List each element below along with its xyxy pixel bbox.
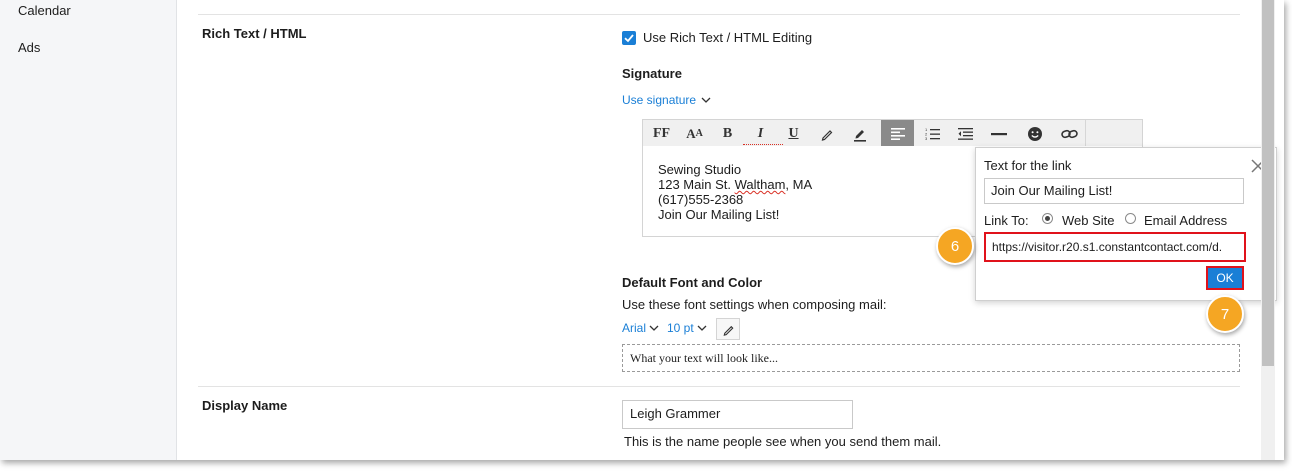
signature-line: 123 Main St. Waltham, MA [658,177,812,192]
align-left-button[interactable] [881,120,914,147]
font-family-button[interactable]: FF [645,120,678,147]
signature-heading: Signature [622,66,682,81]
website-radio[interactable] [1042,213,1053,224]
display-name-input[interactable]: Leigh Grammer [622,400,853,429]
scrollbar-thumb[interactable] [1262,0,1274,366]
font-family-value: Arial [622,321,647,335]
font-color-pen-icon[interactable] [716,318,740,340]
rich-text-checkbox[interactable] [622,31,636,45]
email-radio-label[interactable]: Email Address [1144,213,1227,228]
signature-line: (617)555-2368 [658,192,744,207]
ok-button[interactable]: OK [1206,266,1244,290]
use-signature-dropdown[interactable]: Use signature [622,93,711,107]
font-preview-box: What your text will look like... [622,344,1240,372]
sidebar-item-calendar[interactable]: Calendar [18,3,71,18]
link-dialog: Text for the link Join Our Mailing List!… [975,147,1277,301]
rich-text-section-title: Rich Text / HTML [202,26,307,41]
divider [198,14,1240,15]
sidebar: Calendar Ads [0,0,177,460]
email-radio[interactable] [1125,213,1136,224]
highlight-pen-icon[interactable] [843,120,876,147]
signature-line: Join Our Mailing List! [658,207,780,222]
font-family-dropdown[interactable]: Arial [622,321,659,335]
emoji-icon[interactable] [1018,120,1051,147]
text-color-pen-icon[interactable] [810,120,843,147]
sidebar-item-ads[interactable]: Ads [18,40,40,55]
divider [198,386,1240,387]
step-7-callout: 7 [1206,295,1244,333]
website-radio-label[interactable]: Web Site [1062,213,1115,228]
settings-window: Calendar Ads Rich Text / HTML Use Rich T… [0,0,1284,460]
signature-line-text: 123 Main St. Waltham, MA [658,177,813,192]
display-name-section-title: Display Name [202,398,288,413]
horizontal-rule-button[interactable] [982,120,1015,147]
chevron-down-icon [701,93,711,107]
outdent-button[interactable] [949,120,982,147]
use-signature-label: Use signature [622,93,697,107]
step-6-callout: 6 [936,227,974,265]
link-text-label: Text for the link [984,158,1072,173]
url-input[interactable]: https://visitor.r20.s1.constantcontact.c… [984,232,1246,262]
rich-text-checkbox-label[interactable]: Use Rich Text / HTML Editing [643,30,812,45]
toolbar-divider [1085,120,1086,147]
link-icon[interactable] [1053,120,1086,147]
font-size-value: 10 pt [667,321,694,335]
svg-text:3: 3 [925,136,928,140]
default-font-heading: Default Font and Color [622,275,763,290]
font-size-button[interactable]: AA [678,120,711,147]
editor-toolbar: FF AA B I U 123 [642,119,1143,148]
signature-line: Sewing Studio [658,162,742,177]
link-text-input[interactable]: Join Our Mailing List! [984,178,1244,204]
display-name-help: This is the name people see when you sen… [624,434,942,449]
bold-button[interactable]: B [711,120,744,147]
numbered-list-button[interactable]: 123 [916,120,949,147]
font-size-dropdown[interactable]: 10 pt [667,321,707,335]
chevron-down-icon [649,321,659,335]
link-to-label: Link To: [984,213,1029,228]
spell-squiggle [743,141,783,145]
font-settings-text: Use these font settings when composing m… [622,297,887,312]
chevron-down-icon [697,321,707,335]
